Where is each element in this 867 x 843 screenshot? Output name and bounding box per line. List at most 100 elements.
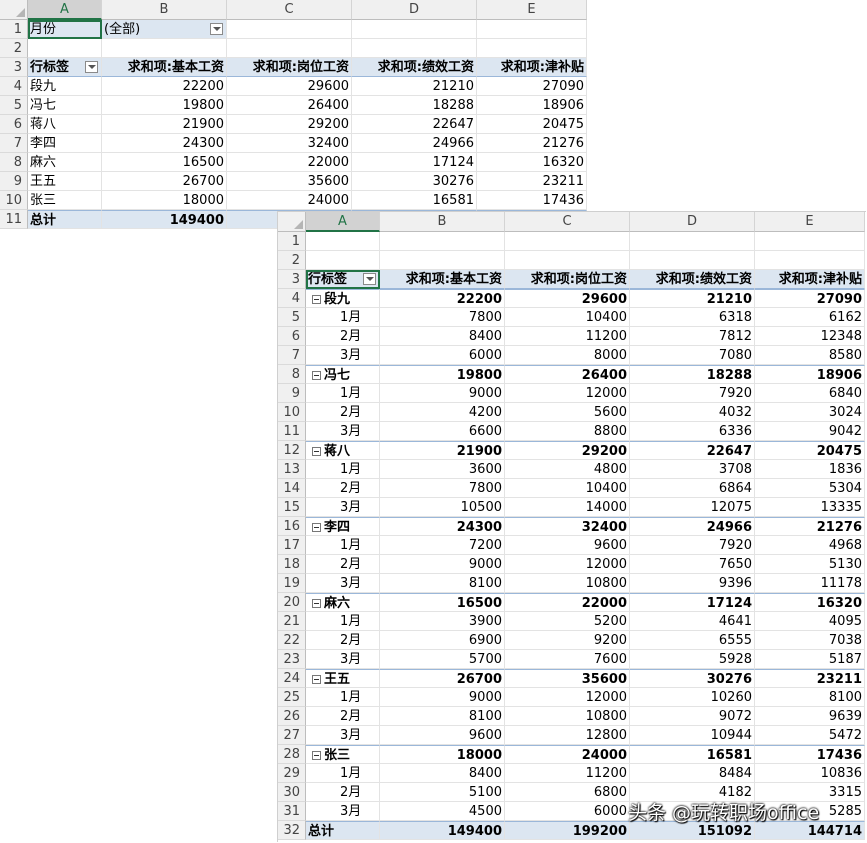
pivot-data-cell[interactable]: 9000 [380,384,505,403]
pivot-data-cell[interactable]: 10400 [505,308,630,327]
column-header-b[interactable]: B [102,0,227,20]
pivot-data-cell[interactable]: 22647 [352,115,477,134]
pivot-data-cell[interactable]: 12075 [630,498,755,517]
pivot-data-cell[interactable]: 6162 [755,308,865,327]
collapse-icon[interactable] [312,599,321,608]
pivot-data-cell[interactable]: 1月 [306,612,380,631]
pivot-data-cell[interactable]: 29200 [505,441,630,460]
cell[interactable] [352,20,477,39]
pivot-data-cell[interactable]: 24966 [352,134,477,153]
row-header-13[interactable]: 13 [278,460,306,479]
pivot-data-cell[interactable]: 32400 [505,517,630,536]
pivot-data-cell[interactable]: 18000 [380,745,505,764]
pivot-data-cell[interactable]: 8000 [505,346,630,365]
pivot-data-cell[interactable]: 32400 [227,134,352,153]
pivot-data-cell[interactable]: 22200 [380,289,505,308]
row-header-2[interactable]: 2 [0,39,28,58]
pivot-data-cell[interactable]: 冯七 [28,96,102,115]
pivot-data-cell[interactable]: 26700 [102,172,227,191]
row-header-20[interactable]: 20 [278,593,306,612]
pivot-header-cell[interactable]: 求和项:绩效工资 [630,270,755,289]
collapse-icon[interactable] [312,295,321,304]
column-header-b[interactable]: B [380,212,505,232]
column-header-c[interactable]: C [227,0,352,20]
row-header-11[interactable]: 11 [0,210,28,229]
row-header-27[interactable]: 27 [278,726,306,745]
pivot-data-cell[interactable]: 21276 [477,134,587,153]
pivot-data-cell[interactable]: 18906 [477,96,587,115]
cell[interactable] [352,39,477,58]
cell[interactable] [28,39,102,58]
pivot-data-cell[interactable]: 3月 [306,422,380,441]
row-header-10[interactable]: 10 [0,191,28,210]
pivot-data-cell[interactable]: 18906 [755,365,865,384]
pivot-data-cell[interactable]: 1836 [755,460,865,479]
pivot-data-cell[interactable]: 9200 [505,631,630,650]
pivot-data-cell[interactable]: 7800 [380,308,505,327]
pivot-data-cell[interactable]: 16320 [477,153,587,172]
cell[interactable] [227,39,352,58]
pivot-data-cell[interactable]: 35600 [505,669,630,688]
filter-dropdown-button[interactable] [210,23,223,35]
row-header-32[interactable]: 32 [278,821,306,840]
pivot-data-cell[interactable]: 16581 [630,745,755,764]
pivot-data-cell[interactable]: 3900 [380,612,505,631]
pivot-data-cell[interactable]: 6600 [380,422,505,441]
row-header-8[interactable]: 8 [0,153,28,172]
pivot-data-cell[interactable]: 12800 [505,726,630,745]
pivot-data-cell[interactable]: 8580 [755,346,865,365]
pivot-data-cell[interactable]: 段九 [28,77,102,96]
row-header-2[interactable]: 2 [278,251,306,270]
pivot-data-cell[interactable]: 21900 [380,441,505,460]
pivot-header-cell[interactable]: 求和项:岗位工资 [227,58,352,77]
pivot-data-cell[interactable]: 19800 [102,96,227,115]
pivot-data-cell[interactable]: 7600 [505,650,630,669]
pivot-data-cell[interactable]: 13335 [755,498,865,517]
pivot-data-cell[interactable]: 1月 [306,308,380,327]
pivot-data-cell[interactable]: 1月 [306,460,380,479]
pivot-data-cell[interactable]: 26400 [505,365,630,384]
pivot-data-cell[interactable] [630,232,755,251]
pivot-data-cell[interactable]: 1月 [306,536,380,555]
pivot-data-cell[interactable]: 3024 [755,403,865,422]
pivot-data-cell[interactable]: 6900 [380,631,505,650]
pivot-data-cell[interactable]: 8400 [380,327,505,346]
collapse-icon[interactable] [312,675,321,684]
pivot-data-cell[interactable]: 王五 [28,172,102,191]
pivot-data-cell[interactable]: 29600 [505,289,630,308]
pivot-data-cell[interactable]: 2月 [306,555,380,574]
pivot-data-cell[interactable]: 8400 [380,764,505,783]
pivot-data-cell[interactable]: 5304 [755,479,865,498]
row-header-23[interactable]: 23 [278,650,306,669]
pivot-data-cell[interactable]: 24000 [505,745,630,764]
pivot-data-cell[interactable]: 12000 [505,555,630,574]
pivot-data-cell[interactable]: 3月 [306,498,380,517]
pivot-data-cell[interactable]: 3708 [630,460,755,479]
pivot-data-cell[interactable]: 20475 [755,441,865,460]
pivot-data-cell[interactable]: 6840 [755,384,865,403]
pivot-data-cell[interactable]: 18288 [630,365,755,384]
pivot-data-cell[interactable]: 26700 [380,669,505,688]
column-header-c[interactable]: C [505,212,630,232]
pivot-data-cell[interactable]: 6000 [505,802,630,821]
pivot-data-cell[interactable]: 19800 [380,365,505,384]
grand-total-cell[interactable]: 199200 [505,821,630,840]
pivot-data-cell[interactable]: 张三 [28,191,102,210]
pivot-data-cell[interactable]: 27090 [755,289,865,308]
pivot-data-cell[interactable]: 24966 [630,517,755,536]
pivot-data-cell[interactable] [380,232,505,251]
pivot-data-cell[interactable]: 8100 [755,688,865,707]
column-header-e[interactable]: E [477,0,587,20]
collapse-icon[interactable] [312,371,321,380]
row-header-3[interactable]: 3 [278,270,306,289]
row-header-19[interactable]: 19 [278,574,306,593]
pivot-data-cell[interactable]: 27090 [477,77,587,96]
row-header-1[interactable]: 1 [278,232,306,251]
pivot-data-cell[interactable]: 24000 [227,191,352,210]
pivot-data-cell[interactable]: 11200 [505,327,630,346]
grand-total-cell[interactable]: 总计 [306,821,380,840]
pivot-data-cell[interactable]: 12348 [755,327,865,346]
row-header-7[interactable]: 7 [0,134,28,153]
pivot-data-cell[interactable]: 8800 [505,422,630,441]
cell[interactable] [102,39,227,58]
